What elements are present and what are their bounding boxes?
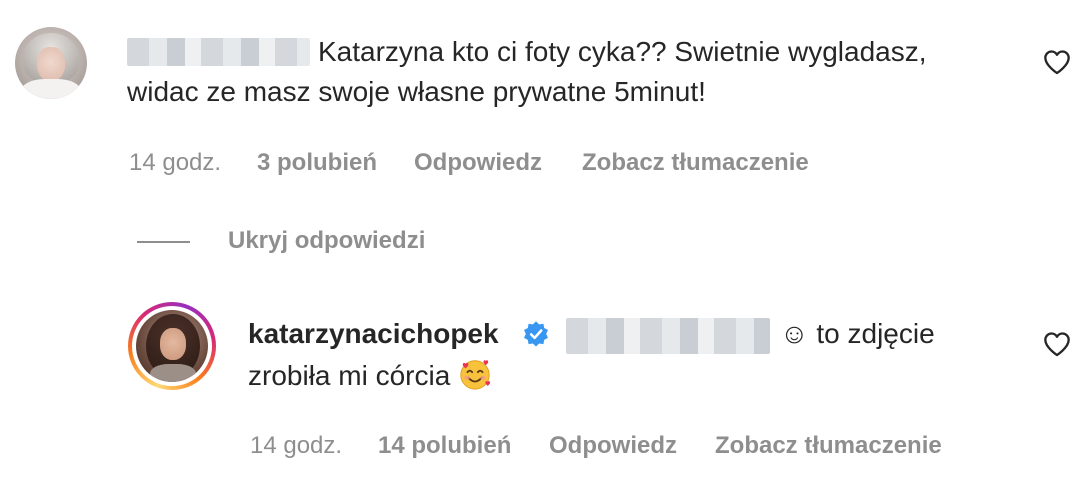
blurred-mention[interactable] [566, 318, 770, 354]
comment-text-line2: zrobiła mi córcia [248, 352, 492, 400]
comment-time: 14 godz. [250, 432, 343, 459]
avatar-shirt [21, 79, 81, 99]
comment-time: 14 godz. [129, 149, 222, 176]
likes-count-button[interactable]: 14 polubień [378, 431, 511, 461]
avatar-story-ring[interactable] [128, 302, 216, 390]
reply-button[interactable]: Odpowiedz [549, 431, 677, 461]
avatar [136, 310, 208, 382]
avatar-face [37, 47, 65, 81]
verified-badge-icon [524, 321, 548, 347]
replies-divider [137, 241, 190, 243]
avatar[interactable] [15, 27, 87, 99]
heart-icon[interactable] [1043, 49, 1071, 75]
avatar-face [160, 328, 186, 360]
see-translation-button[interactable]: Zobacz tłumaczenie [582, 148, 809, 178]
username-link[interactable]: katarzynacichopek [248, 312, 499, 356]
hide-replies-button[interactable]: Ukryj odpowiedzi [228, 226, 425, 256]
likes-count-button[interactable]: 3 polubień [257, 148, 377, 178]
comment-text-line1: ☺ to zdjęcie [780, 318, 935, 349]
comment-text-line2: widac ze masz swoje własne prywatne 5min… [127, 76, 706, 107]
comment-text: zrobiła mi córcia [248, 360, 451, 391]
smiling-face-with-hearts-icon [460, 360, 491, 390]
reply-button[interactable]: Odpowiedz [414, 148, 542, 178]
avatar-shirt [150, 364, 196, 382]
see-translation-button[interactable]: Zobacz tłumaczenie [715, 431, 942, 461]
blurred-username[interactable] [127, 38, 310, 66]
heart-icon[interactable] [1043, 331, 1071, 357]
